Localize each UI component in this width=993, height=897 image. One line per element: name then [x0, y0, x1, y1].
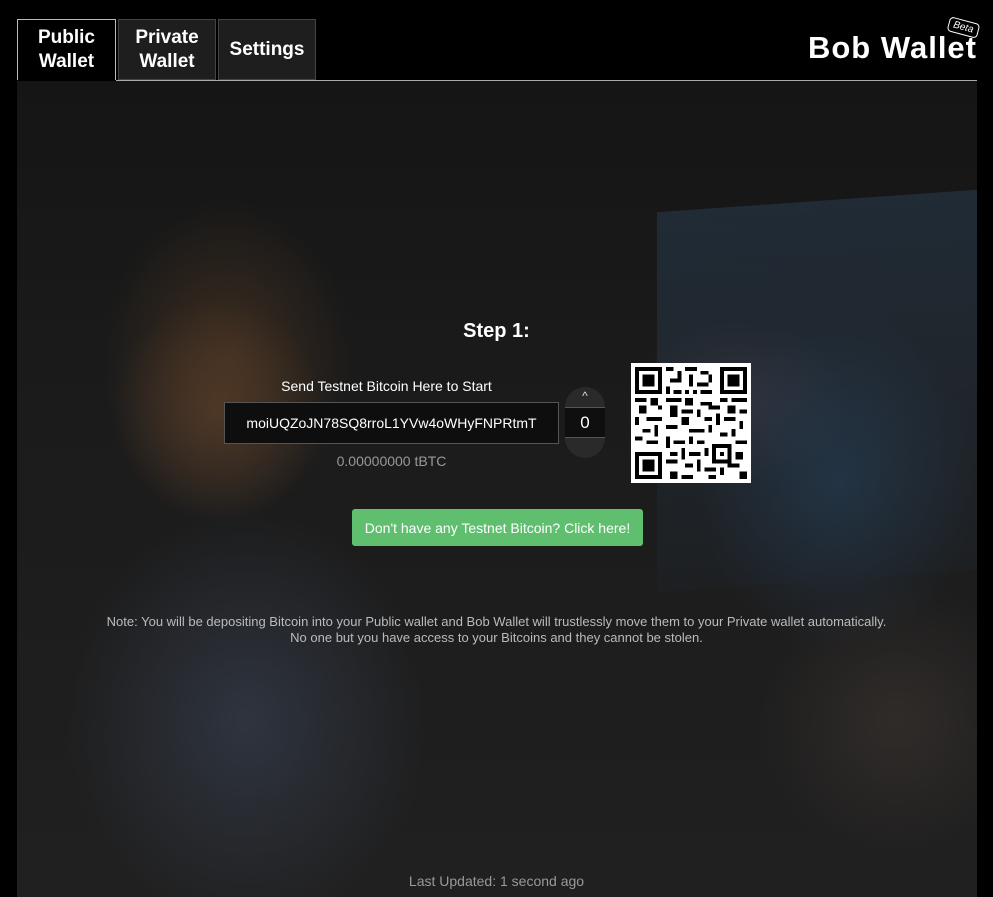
app-title: Bob Wallet: [807, 30, 977, 65]
address-index-stepper: ^ 0: [565, 387, 605, 458]
deposit-label: Send Testnet Bitcoin Here to Start: [281, 378, 492, 394]
qr-code-icon: [631, 363, 751, 483]
stepper-up-button[interactable]: ^: [565, 387, 605, 407]
note-line-1: Note: You will be depositing Bitcoin int…: [106, 614, 887, 629]
balance-text: 0.00000000 tBTC: [336, 453, 447, 469]
stepper-value[interactable]: 0: [565, 407, 605, 438]
deposit-address-field[interactable]: moiUQZoJN78SQ8rroL1YVw4oWHyFNPRtmT: [224, 402, 559, 444]
step-title: Step 1:: [463, 320, 530, 342]
stepper-down-button[interactable]: [565, 438, 605, 458]
tab-public-wallet[interactable]: Public Wallet: [17, 19, 116, 80]
brand: Bob Wallet Beta: [807, 16, 981, 66]
note-line-2: No one but you have access to your Bitco…: [290, 630, 703, 645]
get-testnet-bitcoin-button[interactable]: Don't have any Testnet Bitcoin? Click he…: [352, 509, 643, 546]
background-image: [17, 81, 977, 897]
last-updated-status: Last Updated: 1 second ago: [408, 873, 585, 889]
tab-settings[interactable]: Settings: [218, 19, 316, 80]
deposit-note: Note: You will be depositing Bitcoin int…: [0, 614, 993, 646]
tab-bar: Public Wallet Private Wallet Settings: [17, 19, 318, 80]
qr-code-graphic: [635, 367, 747, 479]
tab-private-wallet[interactable]: Private Wallet: [118, 19, 216, 80]
caret-up-icon: ^: [582, 389, 588, 403]
deposit-address: moiUQZoJN78SQ8rroL1YVw4oWHyFNPRtmT: [246, 415, 537, 431]
